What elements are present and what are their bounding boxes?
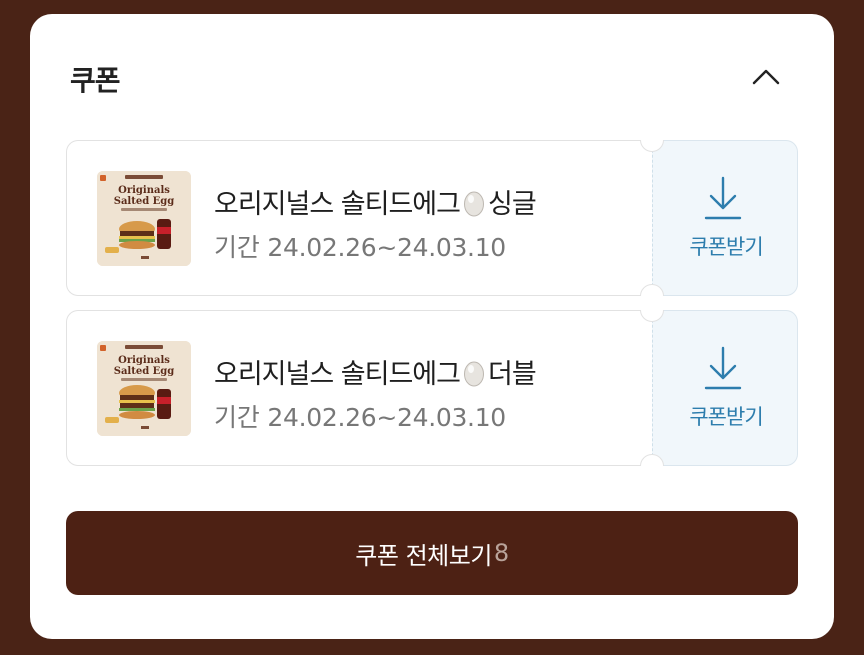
ticket-notch	[640, 454, 664, 466]
coupon-thumbnail: Originals Salted Egg	[97, 171, 191, 266]
coupon-header: 쿠폰	[70, 59, 794, 99]
period-dates: 24.02.26~24.03.10	[267, 403, 506, 432]
ticket-notch	[640, 140, 664, 152]
coupon-name-text: 오리지널스 솔티드에그	[214, 189, 461, 220]
coupon-body: Originals Salted Egg 오리지널스 솔티드에그 더블 기간 2…	[66, 310, 652, 466]
svg-text:Originals: Originals	[118, 185, 170, 196]
collapse-button[interactable]	[748, 61, 784, 91]
svg-text:Salted Egg: Salted Egg	[114, 196, 175, 207]
coupon-period: 기간 24.02.26~24.03.10	[214, 228, 506, 264]
download-icon	[704, 346, 742, 390]
period-label: 기간	[214, 233, 260, 262]
period-label: 기간	[214, 403, 260, 432]
download-coupon-button[interactable]: 쿠폰받기	[652, 140, 798, 296]
download-label: 쿠폰받기	[689, 405, 763, 429]
coupon-name-text: 오리지널스 솔티드에그	[214, 359, 461, 390]
section-title: 쿠폰	[70, 64, 121, 97]
download-coupon-button[interactable]: 쿠폰받기	[652, 310, 798, 466]
svg-text:Originals: Originals	[118, 355, 170, 366]
egg-icon	[463, 361, 484, 387]
view-all-coupons-button[interactable]: 쿠폰 전체보기 8	[66, 511, 798, 595]
period-dates: 24.02.26~24.03.10	[267, 233, 506, 262]
coupon-item: Originals Salted Egg 오리지널스 솔티드에그 싱글 기간 2…	[66, 140, 798, 296]
coupon-name: 오리지널스 솔티드에그 더블	[214, 352, 537, 391]
ticket-notch	[640, 310, 664, 322]
coupon-body: Originals Salted Egg 오리지널스 솔티드에그 싱글 기간 2…	[66, 140, 652, 296]
svg-text:Salted Egg: Salted Egg	[114, 366, 175, 377]
egg-icon	[463, 191, 484, 217]
coupon-count: 8	[493, 539, 509, 567]
coupon-item: Originals Salted Egg 오리지널스 솔티드에그 더블 기간 2…	[66, 310, 798, 466]
coupon-panel: 쿠폰 Originals Salted Egg 오리지널스 솔티드에그 싱글 기…	[30, 14, 834, 639]
coupon-name: 오리지널스 솔티드에그 싱글	[214, 182, 537, 221]
coupon-thumbnail: Originals Salted Egg	[97, 341, 191, 436]
download-icon	[704, 176, 742, 220]
view-all-label: 쿠폰 전체보기	[355, 541, 492, 570]
coupon-period: 기간 24.02.26~24.03.10	[214, 398, 506, 434]
download-label: 쿠폰받기	[689, 235, 763, 259]
chevron-up-icon	[752, 69, 780, 85]
coupon-variant: 더블	[487, 359, 537, 390]
coupon-variant: 싱글	[487, 189, 537, 220]
ticket-notch	[640, 284, 664, 296]
